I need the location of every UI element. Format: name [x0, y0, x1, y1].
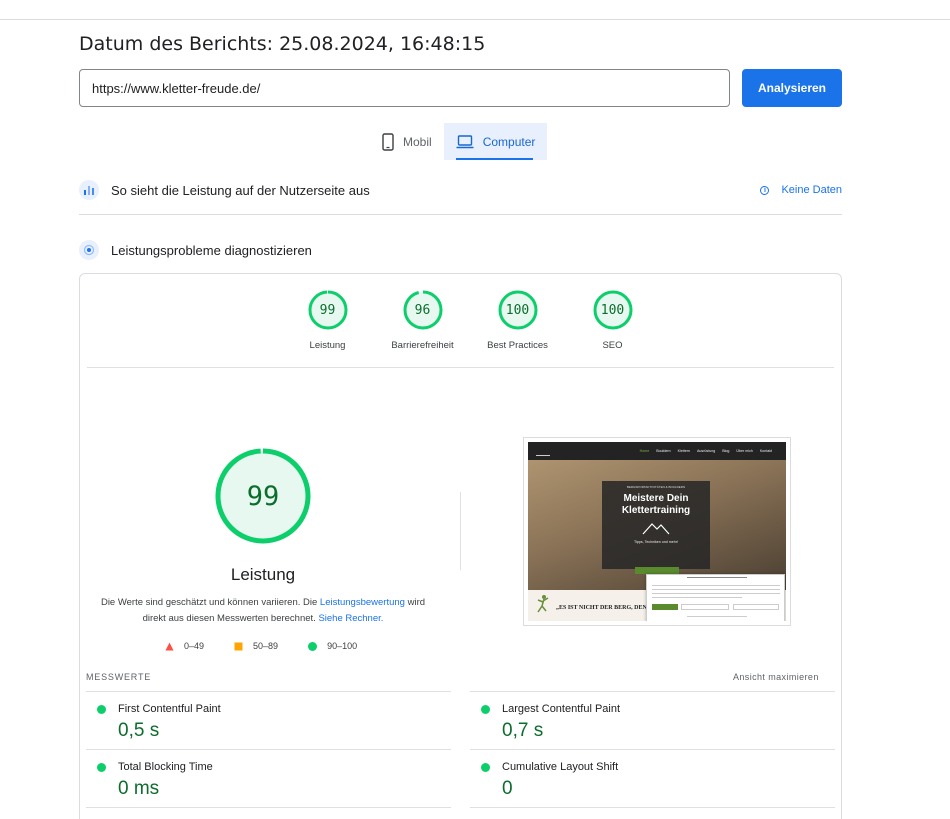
field-data-title: So sieht die Leistung auf der Nutzerseit…	[111, 182, 370, 198]
url-input[interactable]	[79, 69, 730, 107]
score-calculation-link[interactable]: Leistungsbewertung	[320, 597, 405, 608]
metric-cls-value: 0	[502, 778, 513, 799]
performance-big-label: Leistung	[230, 565, 296, 584]
pass-dot-icon	[97, 705, 106, 714]
legend-pass-range: 90–100	[327, 641, 358, 651]
field-data-icon	[79, 180, 99, 200]
calculator-link[interactable]: Siehe Rechner.	[318, 613, 383, 624]
page-screenshot-thumbnail: Home Bouldern Klettern Ausrüstung Blog Ü…	[523, 437, 791, 626]
gauge-performance[interactable]: 99 Leistung	[280, 290, 375, 351]
pass-dot-icon	[481, 763, 490, 772]
tab-computer-label: Computer	[482, 134, 536, 149]
pass-dot-icon	[481, 705, 490, 714]
no-data-link[interactable]: i Keine Daten	[760, 184, 842, 196]
gauges-divider	[87, 367, 834, 368]
legend-average-range: 50–89	[253, 641, 279, 651]
gauge-seo-value: 100	[600, 302, 625, 318]
gauge-accessibility[interactable]: 96 Barrierefreiheit	[375, 290, 470, 351]
square-icon	[234, 642, 243, 650]
metric-cls-name: Cumulative Layout Shift	[502, 761, 619, 773]
metrics-bottom-line	[470, 807, 835, 808]
gauge-seo[interactable]: 100 SEO	[565, 290, 660, 351]
gauge-seo-label: SEO	[602, 340, 623, 351]
metric-lcp-value: 0,7 s	[502, 720, 544, 741]
tab-mobile[interactable]: Mobil	[370, 123, 444, 160]
metrics-header: MESSWERTE	[86, 672, 152, 682]
diagnose-icon	[79, 240, 99, 260]
performance-big-value: 99	[246, 480, 280, 512]
gauge-best-practices-label: Best Practices	[487, 340, 548, 351]
metric-tbt-name: Total Blocking Time	[118, 761, 213, 773]
score-gauges: 99 Leistung 96 Barrierefreiheit 100 Best…	[280, 290, 660, 351]
climber-icon	[537, 595, 549, 613]
metric-fcp-value: 0,5 s	[118, 720, 160, 741]
metric-cls: Cumulative Layout Shift 0	[470, 749, 835, 807]
legend-average: 50–89	[234, 641, 278, 651]
metric-fcp: First Contentful Paint 0,5 s	[86, 691, 451, 749]
score-legend: 0–49 50–89 90–100	[165, 641, 387, 651]
screenshot-logo	[536, 446, 550, 456]
performance-description: Die Werte sind geschätzt und können vari…	[100, 595, 426, 627]
metric-lcp-name: Largest Contentful Paint	[502, 703, 621, 715]
laptop-icon	[456, 134, 474, 148]
desc-text-1: Die Werte sind geschätzt und können vari…	[100, 597, 320, 608]
section-divider	[79, 214, 842, 215]
phone-icon	[382, 132, 394, 151]
metrics-bottom-line	[86, 807, 451, 808]
pass-dot-icon	[97, 763, 106, 772]
legend-pass: 90–100	[308, 641, 357, 651]
metric-lcp: Largest Contentful Paint 0,7 s	[470, 691, 835, 749]
tab-mobile-label: Mobil	[403, 134, 432, 149]
gauge-performance-value: 99	[319, 302, 336, 318]
metric-tbt: Total Blocking Time 0 ms	[86, 749, 451, 807]
gauge-accessibility-value: 96	[414, 302, 431, 318]
mountain-logo-icon	[642, 523, 670, 535]
gauge-performance-label: Leistung	[309, 340, 346, 351]
diagnose-section: Leistungsprobleme diagnostizieren	[79, 240, 842, 260]
device-tabs: Mobil Computer	[370, 123, 548, 160]
field-data-section: So sieht die Leistung auf der Nutzerseit…	[79, 180, 842, 200]
diagnose-title: Leistungsprobleme diagnostizieren	[111, 242, 312, 258]
tab-computer[interactable]: Computer	[443, 123, 548, 160]
no-data-label: Keine Daten	[781, 184, 842, 196]
gauge-best-practices-value: 100	[505, 302, 530, 318]
screenshot-quote: „ES IST NICHT DER BERG, DEN W	[556, 605, 655, 611]
info-icon: i	[760, 185, 770, 195]
triangle-icon	[165, 642, 174, 650]
screenshot-cta	[635, 567, 679, 574]
screenshot-nav: Home Bouldern Klettern Ausrüstung Blog Ü…	[528, 442, 786, 460]
screenshot-cookie-banner	[646, 574, 785, 621]
circle-icon	[308, 641, 318, 651]
legend-fail-range: 0–49	[184, 641, 205, 651]
metric-tbt-value: 0 ms	[118, 778, 160, 799]
metric-fcp-name: First Contentful Paint	[118, 703, 221, 715]
report-date: Datum des Berichts: 25.08.2024, 16:48:15	[79, 33, 486, 55]
gauge-best-practices[interactable]: 100 Best Practices	[470, 290, 565, 351]
analyze-button[interactable]: Analysieren	[742, 69, 842, 107]
screenshot-hero-box: BERGSPORTAKTIVITÄTEN & BOULDERN Meistere…	[602, 481, 710, 569]
maximize-view-toggle[interactable]: Ansicht maximieren	[733, 672, 819, 682]
gauge-accessibility-label: Barrierefreiheit	[391, 340, 454, 351]
legend-fail: 0–49	[165, 641, 204, 651]
top-divider	[0, 19, 950, 20]
vertical-separator	[460, 492, 461, 570]
